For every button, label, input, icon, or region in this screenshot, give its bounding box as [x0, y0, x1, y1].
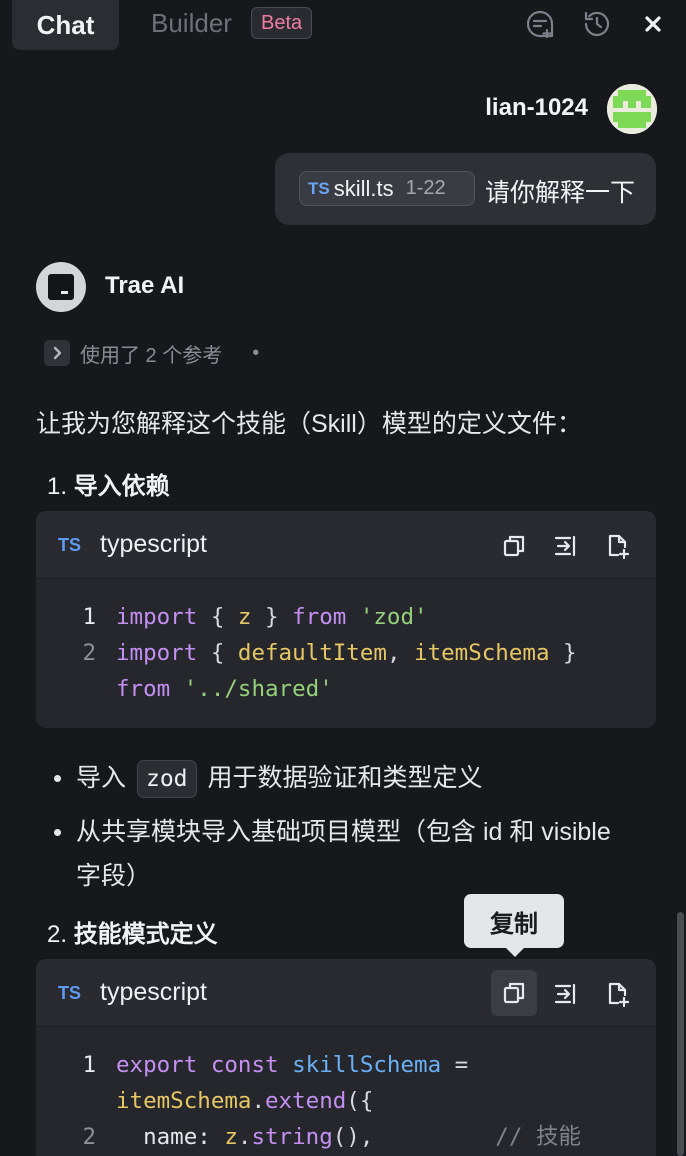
section-title: 导入依赖 — [73, 473, 170, 500]
ai-avatar — [36, 262, 86, 312]
typescript-icon: TS — [308, 178, 330, 198]
bullet-text: 字段） — [76, 862, 152, 890]
code-line: from '../shared' — [116, 676, 333, 702]
loading-dot: • — [252, 341, 260, 364]
code-line: itemSchema.extend({ — [116, 1088, 374, 1114]
insert-icon[interactable] — [545, 973, 587, 1015]
inline-code: zod — [136, 760, 197, 798]
new-file-icon[interactable] — [597, 973, 639, 1015]
list-item: 从共享模块导入基础项目模型（包含 id 和 visible 字段） — [54, 810, 654, 898]
section-title: 技能模式定义 — [73, 921, 218, 948]
copy-icon[interactable] — [493, 525, 535, 567]
user-name: lian-1024 — [485, 94, 588, 121]
code-line: 1 export const skillSchema = — [36, 1047, 656, 1083]
section-heading-1: 1. 导入依赖 — [47, 466, 170, 501]
new-chat-icon[interactable] — [523, 7, 557, 41]
section-number: 1. — [47, 473, 68, 500]
code-line: 1 import { z } from 'zod' — [36, 599, 656, 635]
code-block-header: TS typescript — [36, 511, 656, 579]
references-toggle[interactable]: 使用了 2 个参考 • — [44, 339, 259, 367]
user-message-text: 请你解释一下 — [485, 179, 636, 207]
line-number: 1 — [82, 1052, 96, 1078]
trae-logo-icon — [48, 274, 74, 300]
new-file-icon[interactable] — [597, 525, 639, 567]
bullet-text: 用于数据验证和类型定义 — [207, 764, 483, 792]
bullet-text: 从共享模块导入基础项目模型（包含 id 和 visible — [76, 818, 611, 846]
top-bar: Chat Builder Beta — [0, 0, 686, 50]
chat-panel: Chat Builder Beta lian-1024 TS skill.ts … — [0, 0, 686, 1156]
code-language: typescript — [100, 978, 207, 1006]
tab-builder[interactable]: Builder — [151, 0, 232, 46]
file-name: skill.ts — [333, 175, 394, 201]
code-line: 2 name: z.string(), // 技能 — [36, 1119, 656, 1155]
typescript-icon: TS — [58, 535, 82, 555]
beta-badge: Beta — [251, 7, 313, 39]
tab-chat[interactable]: Chat — [12, 0, 119, 50]
line-range: 1-22 — [405, 177, 446, 199]
references-label: 使用了 2 个参考 — [80, 344, 223, 367]
line-number: 2 — [82, 640, 96, 666]
insert-icon[interactable] — [545, 525, 587, 567]
scrollbar[interactable] — [677, 912, 684, 1156]
section-number: 2. — [47, 921, 68, 948]
typescript-icon: TS — [58, 983, 82, 1003]
copy-icon[interactable] — [491, 970, 537, 1016]
list-item: 导入 zod 用于数据验证和类型定义 — [54, 756, 654, 800]
close-icon[interactable] — [636, 7, 670, 41]
code-block-header: TS typescript — [36, 959, 656, 1027]
code-language: typescript — [100, 530, 207, 558]
intro-text: 让我为您解释这个技能（Skill）模型的定义文件： — [36, 410, 582, 438]
code-content[interactable]: 1 import { z } from 'zod' 2 import { defau… — [36, 579, 656, 707]
code-line: 2 import { defaultItem, itemSchema } — [36, 635, 656, 671]
code-block: TS typescript 1 export const skillSchema … — [36, 959, 656, 1156]
line-number: 1 — [82, 604, 96, 630]
chevron-right-icon — [44, 340, 70, 366]
history-icon[interactable] — [580, 7, 614, 41]
section-heading-2: 2. 技能模式定义 — [47, 914, 218, 949]
line-number: 2 — [82, 1124, 96, 1150]
avatar[interactable] — [607, 84, 657, 134]
code-content[interactable]: 1 export const skillSchema = itemSchema.e… — [36, 1027, 656, 1155]
file-reference-chip[interactable]: TS skill.ts 1-22 — [299, 171, 475, 206]
bullet-text: 导入 — [76, 764, 127, 792]
assistant-name: Trae AI — [105, 272, 185, 299]
copy-tooltip: 复制 — [464, 894, 564, 957]
user-message-bubble: TS skill.ts 1-22 请你解释一下 — [275, 153, 656, 225]
code-block: TS typescript 1 import { z } from 'zod' 2… — [36, 511, 656, 728]
